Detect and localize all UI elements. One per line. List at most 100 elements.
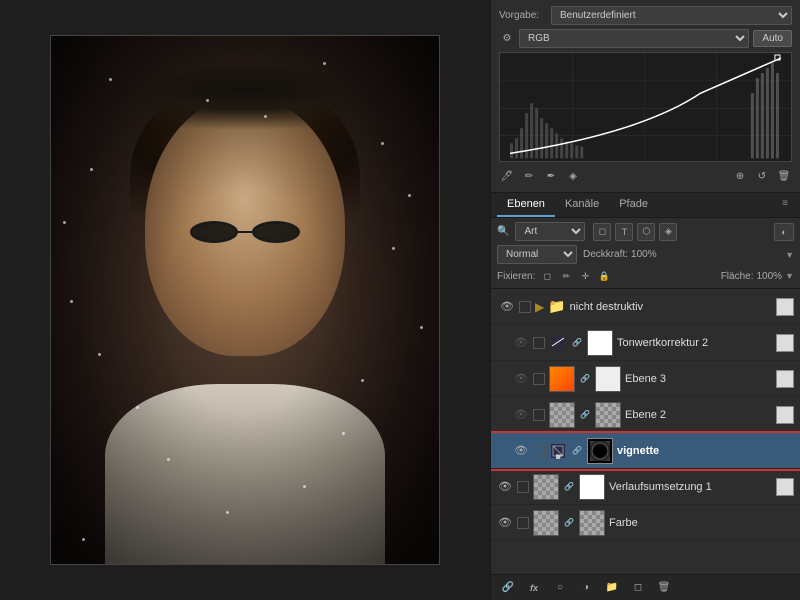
layer-vis-tonwert[interactable]: 👁 <box>513 335 529 351</box>
flaeche-value: 100% <box>757 271 783 282</box>
layer-checkbox-tonwert[interactable] <box>533 337 545 349</box>
layer-type-tonwert <box>549 334 567 352</box>
layer-name-ebene3: Ebene 3 <box>625 373 772 385</box>
filter-toggle-icon[interactable]: ◐ <box>774 223 794 241</box>
layer-vis-group[interactable]: 👁 <box>499 299 515 315</box>
flaeche-label: Fläche: <box>721 271 754 282</box>
eye-icon-group: 👁 <box>500 300 514 313</box>
flaeche-arrow-icon[interactable]: ▼ <box>785 271 794 281</box>
layer-link-vignette: 🔗 <box>571 445 583 457</box>
layer-name-group: nicht destruktiv <box>570 301 772 313</box>
lock-all-icon[interactable]: 🔒 <box>596 268 612 284</box>
vignette-overlay <box>51 36 439 564</box>
layers-controls: 🔍 Art ◻ T ⬡ ◈ ◐ Normal Deckkraft: 100% ▼ <box>491 218 800 289</box>
add-mask-icon[interactable]: ○ <box>551 579 569 597</box>
layer-mask-farbe <box>579 510 605 536</box>
layer-thumb-vignette <box>587 438 613 464</box>
sample-icon[interactable]: ◈ <box>565 168 581 184</box>
layer-mask-tonwert <box>776 334 794 352</box>
layer-vis-verlauf[interactable]: 👁 <box>497 479 513 495</box>
layer-link-farbe: 🔗 <box>563 517 575 529</box>
eye-icon-vignette: 👁 <box>514 444 528 457</box>
layers-list: 👁 ▶ 📁 nicht destruktiv 👁 🔗 Tonwertkorre <box>491 289 800 574</box>
layer-name-verlauf: Verlaufsumsetzung 1 <box>609 481 772 493</box>
channel-select[interactable]: RGB <box>519 29 749 48</box>
layer-checkbox-group[interactable] <box>519 301 531 313</box>
tab-paths[interactable]: Pfade <box>609 193 658 217</box>
filter-icons: ◻ T ⬡ ◈ <box>593 223 677 241</box>
layer-extra-ebene2 <box>776 406 794 424</box>
layer-vis-ebene2[interactable]: 👁 <box>513 407 529 423</box>
fixieren-label: Fixieren: <box>497 271 535 282</box>
layer-link-ebene2: 🔗 <box>579 409 591 421</box>
lock-position-icon[interactable]: ✛ <box>577 268 593 284</box>
auto-button[interactable]: Auto <box>753 30 792 47</box>
filter-shape-icon[interactable]: ⬡ <box>637 223 655 241</box>
eyedropper-mid-icon[interactable]: ✏ <box>521 168 537 184</box>
layer-thumb-ebene3 <box>549 366 575 392</box>
panel-options-icon[interactable]: ≡ <box>776 193 794 217</box>
filter-pixel-icon[interactable]: ◻ <box>593 223 611 241</box>
new-adjustment-icon[interactable]: ◑ <box>577 579 595 597</box>
layer-vis-farbe[interactable]: 👁 <box>497 515 513 531</box>
layer-link-verlauf: 🔗 <box>563 481 575 493</box>
lock-transparent-icon[interactable]: ◻ <box>539 268 555 284</box>
layer-link-tonwert: 🔗 <box>571 337 583 349</box>
curves-panel: Vorgabe: Benutzerdefiniert ⚙ RGB Auto <box>491 0 800 193</box>
layer-vis-vignette[interactable]: 👁 <box>513 443 529 459</box>
blend-mode-select[interactable]: Normal <box>497 245 577 264</box>
layer-checkbox-farbe[interactable] <box>517 517 529 529</box>
layer-farbe[interactable]: 👁 🔗 Farbe <box>491 505 800 541</box>
hand-icon[interactable]: ↺ <box>754 168 770 184</box>
layer-checkbox-ebene2[interactable] <box>533 409 545 421</box>
lock-pixels-icon[interactable]: ✏ <box>558 268 574 284</box>
eye-hidden-tonwert: 👁 <box>514 336 528 349</box>
filter-smart-icon[interactable]: ◈ <box>659 223 677 241</box>
layer-tonwert[interactable]: 👁 🔗 Tonwertkorrektur 2 <box>491 325 800 361</box>
eye-icon-verlauf: 👁 <box>498 480 512 493</box>
target-icon[interactable]: ⊕ <box>732 168 748 184</box>
layer-extra-verlauf <box>776 478 794 496</box>
tab-channels[interactable]: Kanäle <box>555 193 609 217</box>
layer-link-ebene3: 🔗 <box>579 373 591 385</box>
curves-icon: ⚙ <box>499 31 515 47</box>
fx-icon[interactable]: fx <box>525 579 543 597</box>
layer-mask-ebene2 <box>595 402 621 428</box>
new-group-icon[interactable]: 📁 <box>603 579 621 597</box>
opacity-row: Deckkraft: 100% <box>583 249 657 260</box>
preset-select[interactable]: Benutzerdefiniert <box>551 6 792 25</box>
eye-hidden-ebene3: 👁 <box>514 372 528 385</box>
layers-bottom-toolbar: 🔗 fx ○ ◑ 📁 ◻ 🗑 <box>491 574 800 600</box>
tab-layers[interactable]: Ebenen <box>497 193 555 217</box>
search-icon: 🔍 <box>497 226 509 237</box>
link-layers-icon[interactable]: 🔗 <box>499 579 517 597</box>
eyedropper-light-icon[interactable]: ✒ <box>543 168 559 184</box>
eyedropper-dark-icon[interactable]: 🖊 <box>499 168 515 184</box>
layer-name-farbe: Farbe <box>609 517 794 529</box>
layer-thumb-tonwert <box>587 330 613 356</box>
layer-ebene2[interactable]: 👁 🔗 Ebene 2 <box>491 397 800 433</box>
layer-extra-ebene3 <box>776 370 794 388</box>
layer-checkbox-verlauf[interactable] <box>517 481 529 493</box>
curves-svg <box>500 53 791 162</box>
filter-text-icon[interactable]: T <box>615 223 633 241</box>
filter-type-select[interactable]: Art <box>515 222 585 241</box>
trash-curves-icon[interactable]: 🗑 <box>776 168 792 184</box>
opacity-arrow-icon[interactable]: ▼ <box>785 250 794 260</box>
layer-vignette[interactable]: 👁 🔗 vignette ☛ <box>491 433 800 469</box>
layer-mask-ebene3 <box>595 366 621 392</box>
preset-label: Vorgabe: <box>499 10 547 21</box>
layer-vis-ebene3[interactable]: 👁 <box>513 371 529 387</box>
folder-icon-group2: 📁 <box>548 298 565 315</box>
new-layer-icon[interactable]: ◻ <box>629 579 647 597</box>
layer-checkbox-ebene3[interactable] <box>533 373 545 385</box>
lock-icons: ◻ ✏ ✛ 🔒 <box>539 268 612 284</box>
layer-ebene3[interactable]: 👁 🔗 Ebene 3 <box>491 361 800 397</box>
layer-checkbox-vignette[interactable] <box>533 445 545 457</box>
delete-layer-icon[interactable]: 🗑 <box>655 579 673 597</box>
layer-group-nicht-destruktiv[interactable]: 👁 ▶ 📁 nicht destruktiv <box>491 289 800 325</box>
lock-row: Fixieren: ◻ ✏ ✛ 🔒 Fläche: 100% ▼ <box>497 268 794 284</box>
layer-name-ebene2: Ebene 2 <box>625 409 772 421</box>
layer-verlauf[interactable]: 👁 🔗 Verlaufsumsetzung 1 <box>491 469 800 505</box>
layer-thumb-farbe <box>533 510 559 536</box>
